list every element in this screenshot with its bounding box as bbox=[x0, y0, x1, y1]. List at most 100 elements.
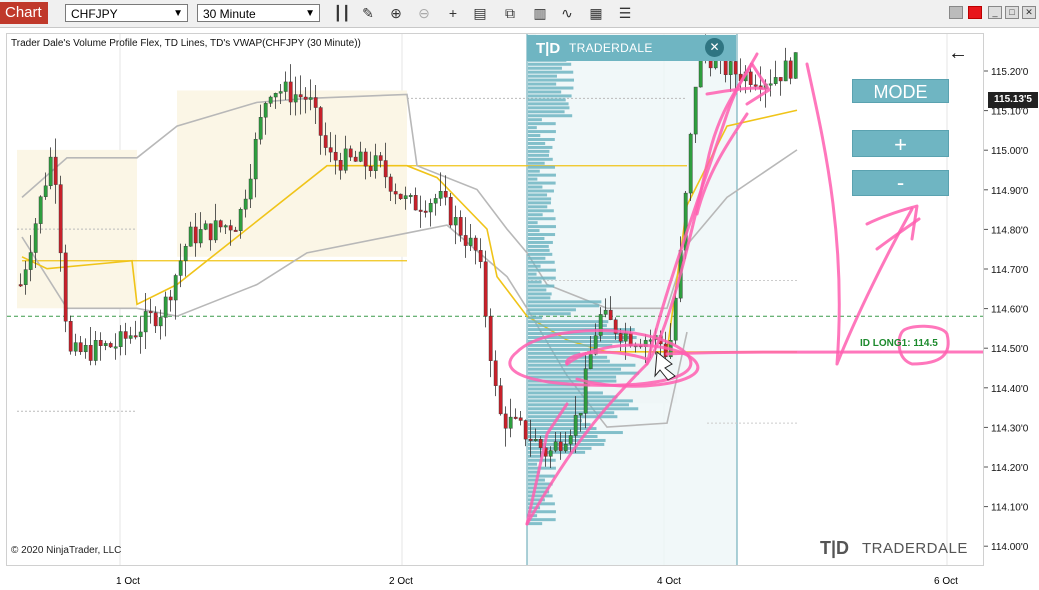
candle-body bbox=[553, 441, 558, 451]
volume-bar bbox=[528, 371, 640, 375]
candle-body bbox=[293, 94, 298, 103]
current-price-value: 115.13'5 bbox=[994, 94, 1032, 105]
volume-bar bbox=[528, 118, 542, 122]
volume-bar bbox=[528, 78, 574, 82]
close-icon[interactable]: ✕ bbox=[705, 38, 724, 57]
zoom-in-icon[interactable]: ⊕ bbox=[386, 4, 406, 22]
list-icon[interactable]: ☰ bbox=[615, 4, 635, 22]
traderdale-logo-icon: T|D bbox=[536, 40, 561, 57]
instrument-select[interactable]: CHFJPY ▼ bbox=[65, 4, 188, 22]
volume-bar bbox=[528, 193, 548, 197]
timeframe-select[interactable]: 30 Minute ▼ bbox=[197, 4, 320, 22]
strategy-icon[interactable]: ⧉ bbox=[500, 4, 520, 22]
volume-bar bbox=[528, 343, 613, 347]
price-axis[interactable]: 115.20'0 115.10'0 115.00'0 114.90'0 114.80'0… bbox=[984, 33, 1039, 566]
volume-bar bbox=[528, 316, 543, 320]
candle-body bbox=[313, 97, 318, 108]
volume-bar bbox=[528, 320, 609, 324]
chevron-down-icon: ▼ bbox=[173, 8, 183, 19]
price-label: 114.50'0 bbox=[991, 344, 1029, 355]
crosshair-icon[interactable]: + bbox=[443, 4, 463, 22]
candle-body bbox=[568, 435, 573, 445]
copyright-text: © 2020 NinjaTrader, LLC bbox=[11, 545, 122, 556]
id-long-label: ID LONG1: 114.5 bbox=[860, 338, 938, 349]
volume-bar bbox=[528, 347, 597, 351]
candle-body bbox=[443, 190, 448, 198]
candle-body bbox=[378, 155, 383, 161]
volume-bar bbox=[528, 233, 556, 237]
candle-body bbox=[43, 185, 48, 197]
volume-bar bbox=[528, 264, 541, 268]
candle-body bbox=[308, 97, 313, 100]
candle-body bbox=[303, 96, 308, 100]
data-box-icon[interactable]: ▤ bbox=[470, 4, 490, 22]
volume-bar bbox=[528, 268, 556, 272]
candle-body bbox=[83, 345, 88, 353]
indicator-icon[interactable]: ▥ bbox=[530, 4, 550, 22]
candle-body bbox=[453, 217, 458, 226]
candle-body bbox=[433, 198, 438, 204]
pencil-icon[interactable]: ✎ bbox=[358, 4, 378, 22]
minimize-icon[interactable]: _ bbox=[988, 6, 1002, 19]
volume-bar bbox=[528, 110, 565, 114]
volume-bar bbox=[528, 300, 602, 304]
candle-body bbox=[338, 160, 343, 171]
mode-button[interactable]: MODE bbox=[852, 79, 949, 103]
minus-button[interactable]: - bbox=[852, 170, 949, 196]
candle-body bbox=[518, 417, 523, 421]
volume-bar bbox=[528, 225, 556, 229]
candle-body bbox=[468, 237, 473, 246]
volume-bar bbox=[528, 177, 538, 181]
volume-bar bbox=[528, 312, 571, 316]
candle-body bbox=[478, 250, 483, 262]
properties-icon[interactable]: ▦ bbox=[586, 4, 606, 22]
candle-body bbox=[448, 196, 453, 226]
candle-body bbox=[498, 385, 503, 415]
zoom-out-icon[interactable]: ⊖ bbox=[414, 4, 434, 22]
volume-bar bbox=[528, 395, 618, 399]
drawing-tools-icon[interactable]: ∿ bbox=[557, 4, 577, 22]
volume-bar bbox=[528, 280, 542, 284]
time-axis[interactable]: 1 Oct 2 Oct 4 Oct 6 Oct bbox=[6, 566, 984, 590]
price-label: 114.20'0 bbox=[991, 463, 1029, 474]
candle-body bbox=[263, 103, 268, 118]
candle-body bbox=[288, 81, 293, 103]
candle-body bbox=[608, 309, 613, 321]
candle-body bbox=[533, 439, 538, 441]
candle-body bbox=[523, 420, 528, 440]
candle-body bbox=[278, 91, 283, 94]
volume-bar bbox=[528, 308, 576, 312]
back-arrow-icon[interactable]: ← bbox=[948, 42, 968, 65]
chart-panel[interactable] bbox=[6, 33, 984, 566]
candle-body bbox=[618, 333, 623, 342]
candle-body bbox=[223, 225, 228, 228]
plus-button[interactable]: + bbox=[852, 130, 949, 157]
candle-body bbox=[98, 340, 103, 346]
candle-body bbox=[428, 202, 433, 213]
red-box-icon[interactable] bbox=[968, 6, 982, 19]
candle-body bbox=[353, 156, 358, 162]
volume-bar bbox=[528, 173, 556, 177]
price-chart[interactable] bbox=[7, 34, 983, 565]
candle-body bbox=[258, 117, 263, 140]
volume-bar bbox=[528, 82, 557, 86]
chart-tab[interactable]: Chart bbox=[0, 2, 48, 24]
price-label: 114.10'0 bbox=[991, 503, 1029, 514]
volume-bar bbox=[528, 272, 537, 276]
volume-bar bbox=[528, 304, 600, 308]
volume-bar bbox=[528, 169, 540, 173]
candle-body bbox=[318, 107, 323, 136]
candle-body bbox=[693, 86, 698, 135]
volume-bar bbox=[528, 339, 624, 343]
traderdale-brand: TRADERDALE bbox=[862, 540, 968, 557]
close-icon[interactable]: ✕ bbox=[1022, 6, 1036, 19]
candle-body bbox=[548, 450, 553, 457]
bars-icon[interactable]: ┃┃ bbox=[332, 4, 352, 22]
volume-bar bbox=[528, 407, 639, 411]
annotation-arrow bbox=[805, 62, 914, 366]
candle-body bbox=[33, 223, 38, 253]
maximize-icon[interactable]: □ bbox=[1005, 6, 1019, 19]
gray-box-icon[interactable] bbox=[949, 6, 963, 19]
timeframe-value: 30 Minute bbox=[203, 7, 256, 21]
volume-bar bbox=[528, 189, 554, 193]
